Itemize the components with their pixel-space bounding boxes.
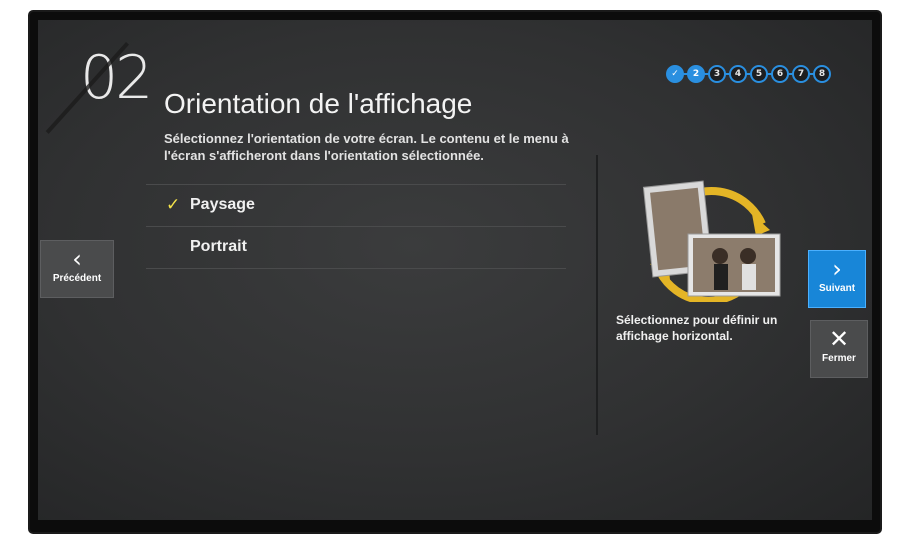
- close-button[interactable]: ✕ Fermer: [810, 320, 868, 378]
- chevron-right-icon: ›: [832, 255, 842, 283]
- page-description: Sélectionnez l'orientation de votre écra…: [164, 131, 569, 163]
- option-label: Paysage: [190, 196, 255, 213]
- close-icon: ✕: [828, 325, 850, 353]
- progress-step-3: 3: [708, 65, 726, 83]
- previous-button[interactable]: ‹ Précédent: [40, 240, 114, 298]
- next-label: Suivant: [818, 283, 856, 294]
- close-label: Fermer: [822, 353, 856, 364]
- progress-step-1: ✓: [666, 65, 684, 83]
- option-label: Portrait: [190, 238, 247, 255]
- illustration-caption: Sélectionnez pour définir un affichage h…: [616, 313, 778, 343]
- check-icon: ✓: [166, 195, 181, 215]
- option-paysage[interactable]: ✓ Paysage: [146, 184, 566, 226]
- page-title: Orientation de l'affichage: [164, 88, 473, 119]
- chevron-left-icon: ‹: [72, 245, 82, 273]
- previous-label: Précédent: [52, 273, 102, 284]
- progress-step-7: 7: [792, 65, 810, 83]
- progress-step-8: 8: [813, 65, 831, 83]
- progress-step-4: 4: [729, 65, 747, 83]
- panel-divider: [596, 155, 598, 435]
- orientation-illustration: [630, 172, 790, 305]
- progress-step-2: 2: [687, 65, 705, 83]
- progress-step-5: 5: [750, 65, 768, 83]
- progress-step-6: 6: [771, 65, 789, 83]
- rotate-screens-icon: [642, 180, 781, 305]
- orientation-option-list: ✓ Paysage Portrait: [146, 184, 566, 269]
- tv-screen: 02 Orientation de l'affichage Sélectionn…: [38, 20, 872, 520]
- option-portrait[interactable]: Portrait: [146, 226, 566, 269]
- next-button[interactable]: › Suivant: [808, 250, 866, 308]
